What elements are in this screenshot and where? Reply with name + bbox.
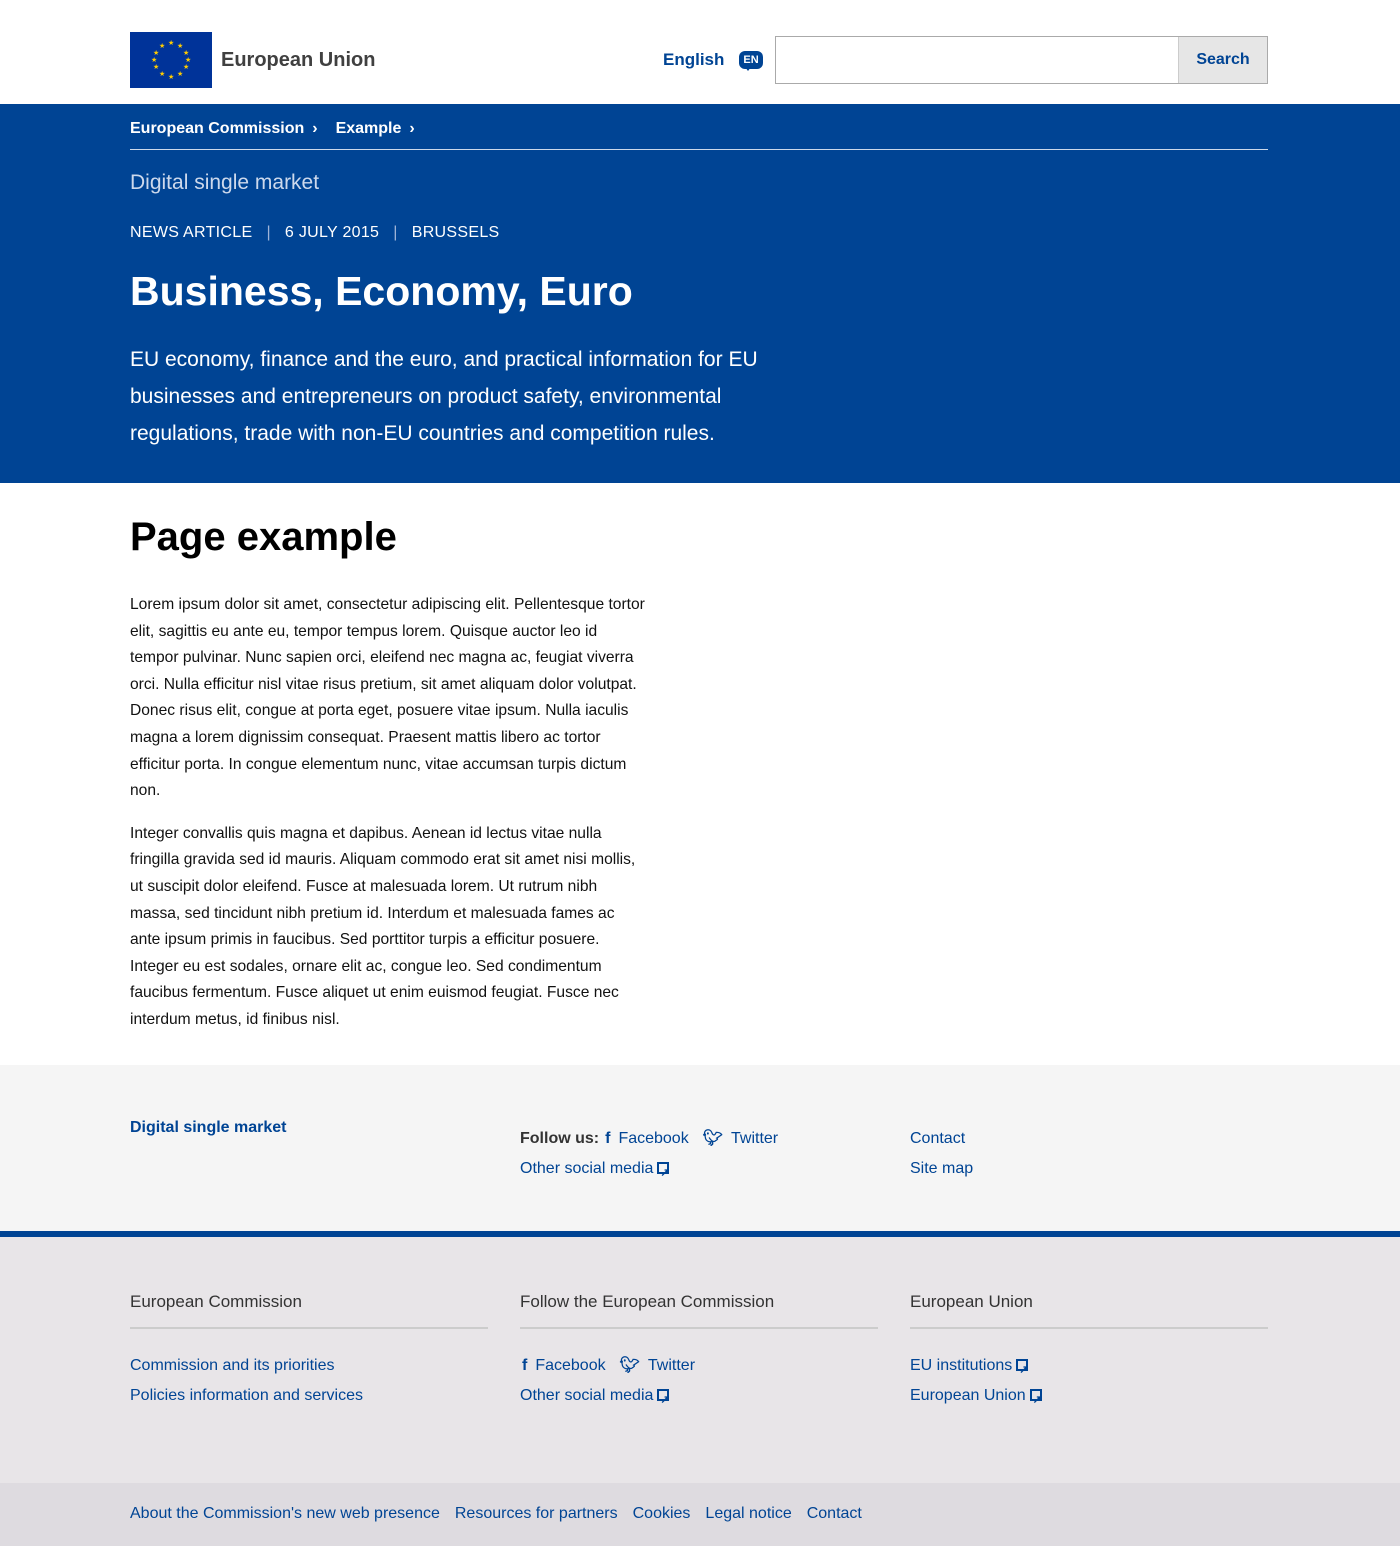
footer-col-title: Follow the European Commission — [520, 1292, 878, 1329]
eu-logo[interactable]: ★ ★ ★ ★ ★ ★ ★ ★ ★ ★ ★ ★ European Union — [130, 32, 375, 88]
sitemap-link[interactable]: Site map — [910, 1160, 973, 1177]
footer-col-title: European Commission — [130, 1292, 488, 1329]
article-meta: NEWS ARTICLE | 6 JULY 2015 | BRUSSELS — [130, 224, 500, 241]
language-label: English — [663, 50, 725, 69]
other-social-link[interactable]: Other social media — [520, 1387, 653, 1404]
chevron-right-icon: › — [312, 120, 318, 137]
twitter-icon: 🐦︎ — [702, 1130, 724, 1147]
search-form: Search — [775, 36, 1268, 84]
twitter-icon: 🐦︎ — [619, 1357, 640, 1374]
commission-priorities-link[interactable]: Commission and its priorities — [130, 1357, 335, 1374]
search-button[interactable]: Search — [1178, 37, 1267, 83]
external-link-icon — [1029, 1385, 1042, 1415]
eu-institutions-link[interactable]: EU institutions — [910, 1357, 1012, 1374]
footer-links: Contact Site map — [910, 1124, 973, 1184]
breadcrumb: European Commission › Example › — [130, 120, 425, 138]
about-link[interactable]: About the Commission's new web presence — [130, 1505, 440, 1523]
site-name: European Union — [221, 48, 376, 71]
external-link-icon — [1016, 1355, 1028, 1385]
footer-col-title: European Union — [910, 1292, 1268, 1329]
follow-label: Follow us: — [520, 1130, 600, 1147]
twitter-link[interactable]: Twitter — [648, 1357, 695, 1374]
meta-location: BRUSSELS — [411, 224, 500, 241]
facebook-icon: f — [605, 1130, 611, 1147]
page-lead: EU economy, finance and the euro, and pr… — [130, 348, 758, 445]
twitter-link[interactable]: Twitter — [731, 1130, 778, 1147]
language-code-icon: EN — [739, 51, 763, 71]
contact-link[interactable]: Contact — [910, 1130, 965, 1147]
meta-type: NEWS ARTICLE — [130, 224, 253, 241]
corporate-footer: European Commission Commission and its p… — [0, 1237, 1400, 1483]
facebook-link[interactable]: Facebook — [618, 1130, 688, 1147]
site-title: Digital single market — [130, 171, 320, 194]
european-union-link[interactable]: European Union — [910, 1387, 1026, 1404]
breadcrumb-european-commission[interactable]: European Commission — [130, 120, 304, 138]
footer-col-eu: European Union EU institutions European … — [910, 1292, 1268, 1415]
resources-link[interactable]: Resources for partners — [455, 1505, 618, 1523]
bottom-bar: About the Commission's new web presence … — [0, 1483, 1400, 1546]
page-header: European Commission › Example › Digital si… — [0, 104, 1400, 483]
policies-link[interactable]: Policies information and services — [130, 1387, 363, 1404]
footer-col-follow: Follow the European Commission f Facebook… — [520, 1292, 878, 1415]
cookies-link[interactable]: Cookies — [633, 1505, 691, 1523]
footer-site-link[interactable]: Digital single market — [130, 1119, 287, 1137]
page-title: Business, Economy, Euro — [130, 268, 633, 314]
legal-notice-link[interactable]: Legal notice — [705, 1505, 791, 1523]
footer-col-commission: European Commission Commission and its p… — [130, 1292, 488, 1411]
external-link-icon — [657, 1385, 670, 1415]
facebook-link[interactable]: Facebook — [535, 1357, 605, 1374]
content-heading: Page example — [130, 515, 397, 559]
divider — [130, 149, 1268, 150]
main-content: Page example Lorem ipsum dolor sit amet,… — [130, 515, 645, 1050]
site-header: ★ ★ ★ ★ ★ ★ ★ ★ ★ ★ ★ ★ European Union English EN S… — [0, 0, 1400, 104]
search-input[interactable] — [776, 37, 1178, 83]
other-social-link[interactable]: Other social media — [520, 1160, 653, 1177]
paragraph: Integer convallis quis magna et dapibus.… — [130, 824, 636, 1028]
chevron-right-icon: › — [409, 120, 415, 137]
facebook-icon: f — [522, 1357, 528, 1374]
site-footer: Digital single market Follow us: f Faceboo… — [0, 1065, 1400, 1237]
external-link-icon — [657, 1158, 670, 1188]
breadcrumb-example[interactable]: Example — [336, 120, 402, 138]
meta-date: 6 JULY 2015 — [284, 224, 380, 241]
contact-link[interactable]: Contact — [807, 1505, 862, 1523]
paragraph: Lorem ipsum dolor sit amet, consectetur … — [130, 596, 645, 800]
eu-flag-icon: ★ ★ ★ ★ ★ ★ ★ ★ ★ ★ ★ ★ — [130, 32, 212, 88]
language-selector[interactable]: English EN — [663, 50, 763, 71]
footer-social: Follow us: f Facebook 🐦︎ Twitter Other socia… — [520, 1124, 778, 1188]
